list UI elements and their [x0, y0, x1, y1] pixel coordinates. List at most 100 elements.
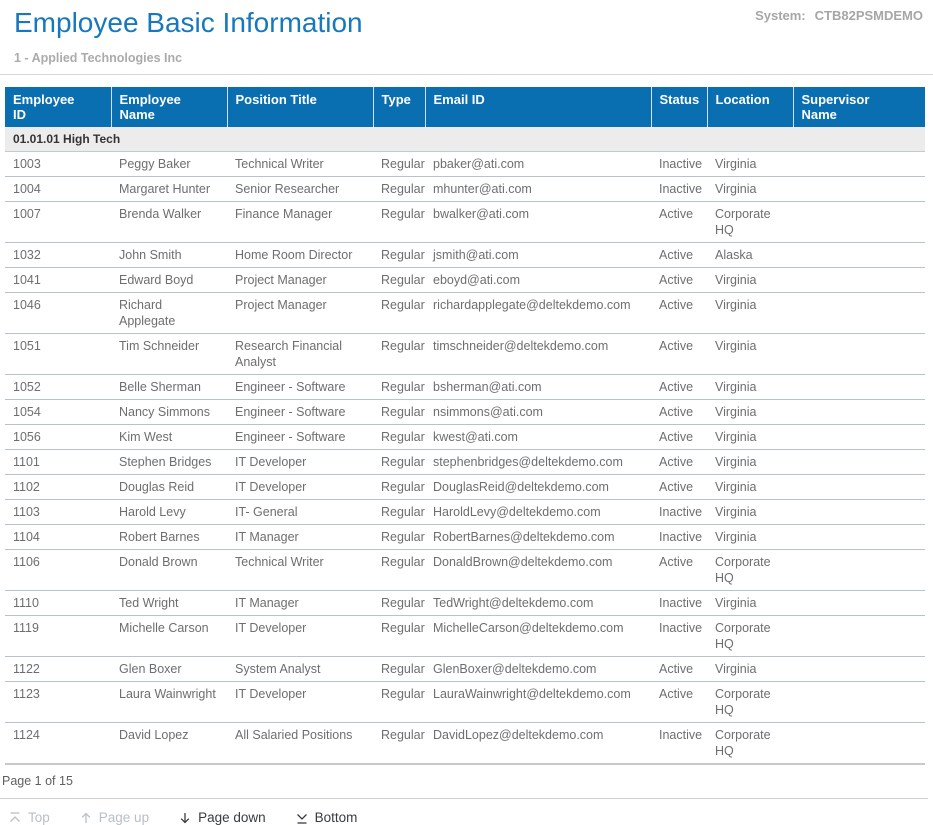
cell-status: Active: [651, 268, 707, 293]
cell-employee-id: 1004: [5, 177, 111, 202]
cell-status: Active: [651, 450, 707, 475]
cell-email-id: TedWright@deltekdemo.com: [425, 591, 651, 616]
cell-location: Virginia: [707, 475, 793, 500]
cell-status: Active: [651, 202, 707, 243]
page-up-icon: [79, 811, 93, 825]
bottom-icon: [295, 811, 309, 825]
cell-email-id: timschneider@deltekdemo.com: [425, 334, 651, 375]
cell-employee-id: 1051: [5, 334, 111, 375]
cell-status: Active: [651, 293, 707, 334]
top-button[interactable]: Top: [8, 810, 50, 825]
cell-position-title: Technical Writer: [227, 152, 373, 177]
table-row: 1103 Harold Levy IT- General Regular Har…: [5, 500, 925, 525]
cell-employee-id: 1110: [5, 591, 111, 616]
column-header-location[interactable]: Location: [707, 87, 793, 127]
cell-employee-id: 1054: [5, 400, 111, 425]
column-header-position-title[interactable]: Position Title: [227, 87, 373, 127]
cell-type: Regular: [373, 177, 425, 202]
cell-employee-id: 1106: [5, 550, 111, 591]
cell-position-title: Senior Researcher: [227, 177, 373, 202]
cell-employee-id: 1103: [5, 500, 111, 525]
cell-employee-name: Tim Schneider: [111, 334, 227, 375]
group-header-label: 01.01.01 High Tech: [5, 127, 925, 152]
cell-position-title: Project Manager: [227, 268, 373, 293]
table-row: 1104 Robert Barnes IT Manager Regular Ro…: [5, 525, 925, 550]
cell-type: Regular: [373, 657, 425, 682]
cell-status: Active: [651, 475, 707, 500]
cell-location: Virginia: [707, 500, 793, 525]
cell-location: Virginia: [707, 268, 793, 293]
cell-position-title: IT Developer: [227, 450, 373, 475]
table-row: 1123 Laura Wainwright IT Developer Regul…: [5, 682, 925, 723]
cell-status: Active: [651, 334, 707, 375]
cell-type: Regular: [373, 268, 425, 293]
cell-supervisor-name: [793, 293, 925, 334]
cell-email-id: mhunter@ati.com: [425, 177, 651, 202]
cell-employee-name: Ted Wright: [111, 591, 227, 616]
cell-email-id: richardapplegate@deltekdemo.com: [425, 293, 651, 334]
column-header-employee-id[interactable]: Employee ID: [5, 87, 111, 127]
cell-position-title: Technical Writer: [227, 550, 373, 591]
cell-type: Regular: [373, 375, 425, 400]
cell-type: Regular: [373, 400, 425, 425]
cell-position-title: IT Developer: [227, 682, 373, 723]
cell-type: Regular: [373, 723, 425, 765]
group-header-row: 01.01.01 High Tech: [5, 127, 925, 152]
cell-employee-name: Brenda Walker: [111, 202, 227, 243]
column-header-status[interactable]: Status: [651, 87, 707, 127]
table-row: 1102 Douglas Reid IT Developer Regular D…: [5, 475, 925, 500]
cell-email-id: HaroldLevy@deltekdemo.com: [425, 500, 651, 525]
cell-employee-id: 1007: [5, 202, 111, 243]
cell-employee-id: 1119: [5, 616, 111, 657]
column-header-type[interactable]: Type: [373, 87, 425, 127]
cell-location: Virginia: [707, 450, 793, 475]
cell-position-title: Home Room Director: [227, 243, 373, 268]
cell-status: Active: [651, 400, 707, 425]
cell-status: Inactive: [651, 616, 707, 657]
cell-email-id: DouglasReid@deltekdemo.com: [425, 475, 651, 500]
cell-employee-name: Robert Barnes: [111, 525, 227, 550]
cell-email-id: MichelleCarson@deltekdemo.com: [425, 616, 651, 657]
column-header-employee-name[interactable]: Employee Name: [111, 87, 227, 127]
cell-supervisor-name: [793, 525, 925, 550]
table-row: 1004 Margaret Hunter Senior Researcher R…: [5, 177, 925, 202]
table-header: Employee ID Employee Name Position Title…: [5, 87, 925, 127]
cell-position-title: Engineer - Software: [227, 425, 373, 450]
cell-supervisor-name: [793, 500, 925, 525]
table-row: 1124 David Lopez All Salaried Positions …: [5, 723, 925, 765]
cell-employee-id: 1122: [5, 657, 111, 682]
cell-email-id: LauraWainwright@deltekdemo.com: [425, 682, 651, 723]
cell-position-title: System Analyst: [227, 657, 373, 682]
column-header-email-id[interactable]: Email ID: [425, 87, 651, 127]
cell-location: Virginia: [707, 657, 793, 682]
cell-email-id: eboyd@ati.com: [425, 268, 651, 293]
cell-type: Regular: [373, 525, 425, 550]
column-header-supervisor-name[interactable]: Supervisor Name: [793, 87, 925, 127]
cell-status: Active: [651, 657, 707, 682]
cell-employee-id: 1124: [5, 723, 111, 765]
cell-type: Regular: [373, 425, 425, 450]
table-row: 1051 Tim Schneider Research Financial An…: [5, 334, 925, 375]
table-row: 1056 Kim West Engineer - Software Regula…: [5, 425, 925, 450]
cell-position-title: IT Manager: [227, 591, 373, 616]
cell-type: Regular: [373, 475, 425, 500]
cell-employee-name: Michelle Carson: [111, 616, 227, 657]
cell-position-title: All Salaried Positions: [227, 723, 373, 765]
cell-position-title: IT Developer: [227, 616, 373, 657]
cell-location: Virginia: [707, 591, 793, 616]
cell-location: Virginia: [707, 425, 793, 450]
cell-type: Regular: [373, 334, 425, 375]
page-down-button[interactable]: Page down: [178, 810, 266, 825]
cell-email-id: bwalker@ati.com: [425, 202, 651, 243]
cell-supervisor-name: [793, 400, 925, 425]
cell-email-id: bsherman@ati.com: [425, 375, 651, 400]
cell-employee-id: 1041: [5, 268, 111, 293]
top-button-label: Top: [28, 810, 50, 825]
bottom-button-label: Bottom: [315, 810, 358, 825]
cell-supervisor-name: [793, 591, 925, 616]
cell-position-title: Finance Manager: [227, 202, 373, 243]
cell-email-id: kwest@ati.com: [425, 425, 651, 450]
bottom-button[interactable]: Bottom: [295, 810, 358, 825]
report-header: Employee Basic Information System:CTB82P…: [0, 0, 933, 65]
page-up-button[interactable]: Page up: [79, 810, 149, 825]
